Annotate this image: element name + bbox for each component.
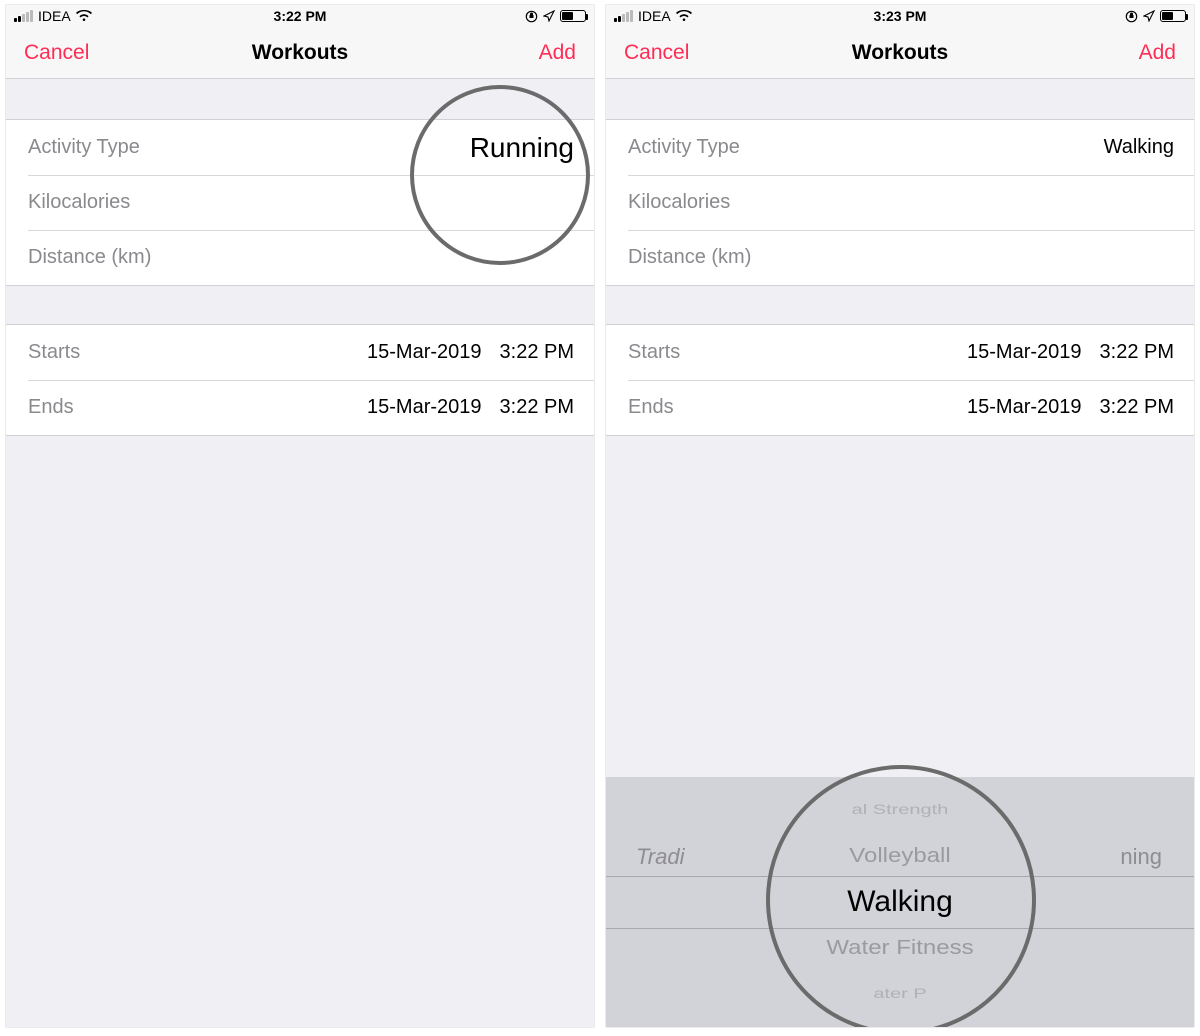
ends-time: 3:22 PM bbox=[500, 396, 574, 419]
starts-date: 15-Mar-2019 bbox=[367, 341, 482, 364]
group-spacer bbox=[606, 79, 1194, 119]
activity-picker[interactable]: Tradi ning al Strength Volleyball Walkin… bbox=[606, 777, 1194, 1027]
picker-selection-line bbox=[606, 928, 1194, 929]
orientation-lock-icon bbox=[1125, 10, 1138, 23]
ends-date: 15-Mar-2019 bbox=[367, 396, 482, 419]
row-label: Ends bbox=[628, 396, 674, 419]
ends-date: 15-Mar-2019 bbox=[967, 396, 1082, 419]
picker-item[interactable]: Water Fitness bbox=[606, 928, 1194, 967]
nav-bar: Cancel Workouts Add bbox=[6, 27, 594, 79]
row-ends[interactable]: Ends 15-Mar-2019 3:22 PM bbox=[606, 380, 1194, 435]
row-label: Starts bbox=[28, 341, 80, 364]
nav-title: Workouts bbox=[852, 41, 948, 65]
row-starts[interactable]: Starts 15-Mar-2019 3:22 PM bbox=[6, 325, 594, 380]
carrier-label: IDEA bbox=[38, 8, 71, 24]
wifi-icon bbox=[676, 10, 692, 22]
location-icon bbox=[1143, 10, 1155, 22]
battery-icon bbox=[1160, 10, 1186, 22]
picker-item[interactable]: ater P bbox=[606, 978, 1194, 1010]
group-time: Starts 15-Mar-2019 3:22 PM Ends 15-Mar-2… bbox=[6, 324, 594, 436]
add-button[interactable]: Add bbox=[1139, 41, 1176, 65]
status-bar: IDEA 3:22 PM bbox=[6, 5, 594, 27]
signal-icon bbox=[14, 10, 33, 22]
row-label: Activity Type bbox=[28, 136, 140, 159]
cancel-button[interactable]: Cancel bbox=[624, 41, 689, 65]
picker-item[interactable]: Volleyball bbox=[606, 836, 1194, 875]
picker-item-selected[interactable]: Walking bbox=[606, 879, 1194, 925]
empty-area bbox=[6, 490, 594, 1027]
row-value: Walking bbox=[1104, 136, 1174, 159]
row-label: Distance (km) bbox=[628, 246, 751, 269]
row-label: Kilocalories bbox=[28, 191, 130, 214]
row-starts[interactable]: Starts 15-Mar-2019 3:22 PM bbox=[606, 325, 1194, 380]
add-button[interactable]: Add bbox=[539, 41, 576, 65]
starts-time: 3:22 PM bbox=[1100, 341, 1174, 364]
status-bar: IDEA 3:23 PM bbox=[606, 5, 1194, 27]
wifi-icon bbox=[76, 10, 92, 22]
picker-item[interactable]: al Strength bbox=[606, 794, 1194, 826]
row-kilocalories[interactable]: Kilocalories bbox=[6, 175, 594, 230]
group-spacer bbox=[6, 79, 594, 119]
group-time: Starts 15-Mar-2019 3:22 PM Ends 15-Mar-2… bbox=[606, 324, 1194, 436]
row-distance[interactable]: Distance (km) bbox=[606, 230, 1194, 285]
group-activity: Activity Type Running Kilocalories Dista… bbox=[6, 119, 594, 286]
group-spacer bbox=[6, 286, 594, 324]
signal-icon bbox=[614, 10, 633, 22]
group-spacer bbox=[606, 286, 1194, 324]
status-time: 3:22 PM bbox=[274, 8, 327, 24]
screenshot-right: IDEA 3:23 PM Cancel Workouts Add bbox=[605, 4, 1195, 1028]
row-label: Activity Type bbox=[628, 136, 740, 159]
row-label: Distance (km) bbox=[28, 246, 151, 269]
carrier-label: IDEA bbox=[638, 8, 671, 24]
row-activity-type[interactable]: Activity Type Walking bbox=[606, 120, 1194, 175]
picker-selection-line bbox=[606, 876, 1194, 877]
row-activity-type[interactable]: Activity Type Running bbox=[6, 120, 594, 175]
status-time: 3:23 PM bbox=[874, 8, 927, 24]
row-distance[interactable]: Distance (km) bbox=[6, 230, 594, 285]
row-label: Kilocalories bbox=[628, 191, 730, 214]
group-activity: Activity Type Walking Kilocalories Dista… bbox=[606, 119, 1194, 286]
battery-icon bbox=[560, 10, 586, 22]
screenshot-left: IDEA 3:22 PM Cancel Workouts Add bbox=[5, 4, 595, 1028]
starts-date: 15-Mar-2019 bbox=[967, 341, 1082, 364]
location-icon bbox=[543, 10, 555, 22]
orientation-lock-icon bbox=[525, 10, 538, 23]
row-label: Ends bbox=[28, 396, 74, 419]
row-label: Starts bbox=[628, 341, 680, 364]
cancel-button[interactable]: Cancel bbox=[24, 41, 89, 65]
nav-title: Workouts bbox=[252, 41, 348, 65]
row-value: Running bbox=[470, 132, 574, 164]
nav-bar: Cancel Workouts Add bbox=[606, 27, 1194, 79]
starts-time: 3:22 PM bbox=[500, 341, 574, 364]
row-kilocalories[interactable]: Kilocalories bbox=[606, 175, 1194, 230]
row-ends[interactable]: Ends 15-Mar-2019 3:22 PM bbox=[6, 380, 594, 435]
ends-time: 3:22 PM bbox=[1100, 396, 1174, 419]
empty-area bbox=[606, 490, 1194, 777]
